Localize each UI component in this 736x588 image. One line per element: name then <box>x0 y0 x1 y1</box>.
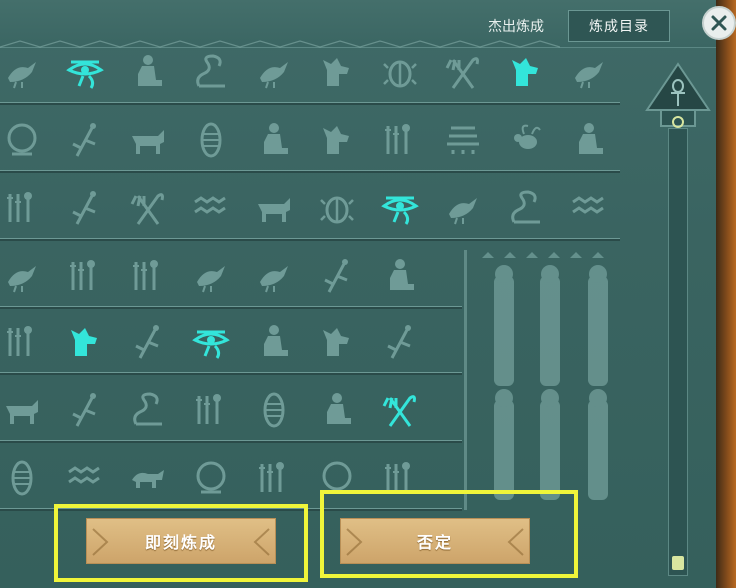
cow-icon[interactable] <box>252 186 296 230</box>
eye-of-horus-icon[interactable] <box>63 50 107 94</box>
bird-icon[interactable] <box>441 186 485 230</box>
snake-icon[interactable] <box>126 388 170 432</box>
water-icon[interactable] <box>63 456 107 500</box>
tools-icon[interactable] <box>0 320 44 364</box>
seated-figure-icon[interactable] <box>315 388 359 432</box>
tools-icon[interactable] <box>0 186 44 230</box>
scroll-end-marker <box>672 556 684 570</box>
tools-icon[interactable] <box>63 254 107 298</box>
bird-icon[interactable] <box>0 254 44 298</box>
snake-icon[interactable] <box>504 186 548 230</box>
outstanding-output-label: 杰出炼成 <box>488 19 544 35</box>
jackal-icon[interactable] <box>315 118 359 162</box>
cow-icon[interactable] <box>126 118 170 162</box>
jackal-icon[interactable] <box>504 50 548 94</box>
scroll-track[interactable] <box>668 128 688 576</box>
water-icon[interactable] <box>567 186 611 230</box>
tools-icon[interactable] <box>189 388 233 432</box>
reed-icon[interactable] <box>126 320 170 364</box>
crook-flail-icon[interactable] <box>378 388 422 432</box>
game-screen: 杰出炼成 炼成目录 即刻炼成 否定 <box>0 0 736 588</box>
row-divider <box>0 102 620 105</box>
row-divider <box>0 306 462 309</box>
snake-icon[interactable] <box>189 50 233 94</box>
reed-icon[interactable] <box>63 118 107 162</box>
pillar-panel <box>464 250 624 510</box>
tools-icon[interactable] <box>126 254 170 298</box>
highlight-frame-craft <box>54 504 308 582</box>
basket-icon[interactable] <box>441 118 485 162</box>
scarab-icon[interactable] <box>378 50 422 94</box>
lion-icon[interactable] <box>126 456 170 500</box>
eye-of-horus-icon[interactable] <box>189 320 233 364</box>
bird-icon[interactable] <box>0 50 44 94</box>
bird-icon[interactable] <box>252 254 296 298</box>
tools-icon[interactable] <box>378 118 422 162</box>
row-divider <box>0 238 620 241</box>
eye-of-horus-icon[interactable] <box>378 186 422 230</box>
reed-icon[interactable] <box>63 186 107 230</box>
jackal-icon[interactable] <box>315 320 359 364</box>
mummy-icon[interactable] <box>189 118 233 162</box>
row-divider <box>0 170 620 173</box>
bee-icon[interactable] <box>504 118 548 162</box>
jackal-icon[interactable] <box>63 320 107 364</box>
seated-figure-icon[interactable] <box>567 118 611 162</box>
row-divider <box>0 372 462 375</box>
bird-icon[interactable] <box>567 50 611 94</box>
tools-icon[interactable] <box>252 456 296 500</box>
crook-flail-icon[interactable] <box>126 186 170 230</box>
header-bar: 杰出炼成 炼成目录 <box>0 0 716 48</box>
cow-icon[interactable] <box>0 388 44 432</box>
water-icon[interactable] <box>189 186 233 230</box>
row-divider <box>0 440 462 443</box>
shen-ring-icon[interactable] <box>189 456 233 500</box>
reed-icon[interactable] <box>315 254 359 298</box>
seated-figure-icon[interactable] <box>126 50 170 94</box>
scarab-icon[interactable] <box>315 186 359 230</box>
seated-figure-icon[interactable] <box>252 320 296 364</box>
seated-figure-icon[interactable] <box>378 254 422 298</box>
close-button[interactable] <box>702 6 736 40</box>
panel-divider <box>464 250 467 510</box>
jackal-icon[interactable] <box>315 50 359 94</box>
catalog-button[interactable]: 炼成目录 <box>568 10 670 42</box>
header-ornament <box>0 34 561 48</box>
mummy-icon[interactable] <box>0 456 44 500</box>
highlight-frame-cancel <box>320 490 578 578</box>
background-edge <box>716 0 736 588</box>
crook-flail-icon[interactable] <box>441 50 485 94</box>
close-icon <box>711 15 727 31</box>
seated-figure-icon[interactable] <box>252 118 296 162</box>
reed-icon[interactable] <box>378 320 422 364</box>
shen-ring-icon[interactable] <box>0 118 44 162</box>
mummy-icon[interactable] <box>252 388 296 432</box>
reed-icon[interactable] <box>63 388 107 432</box>
scroll-handle[interactable] <box>672 116 684 128</box>
bird-icon[interactable] <box>189 254 233 298</box>
bird-icon[interactable] <box>252 50 296 94</box>
pillar-figures-icon <box>482 252 608 500</box>
